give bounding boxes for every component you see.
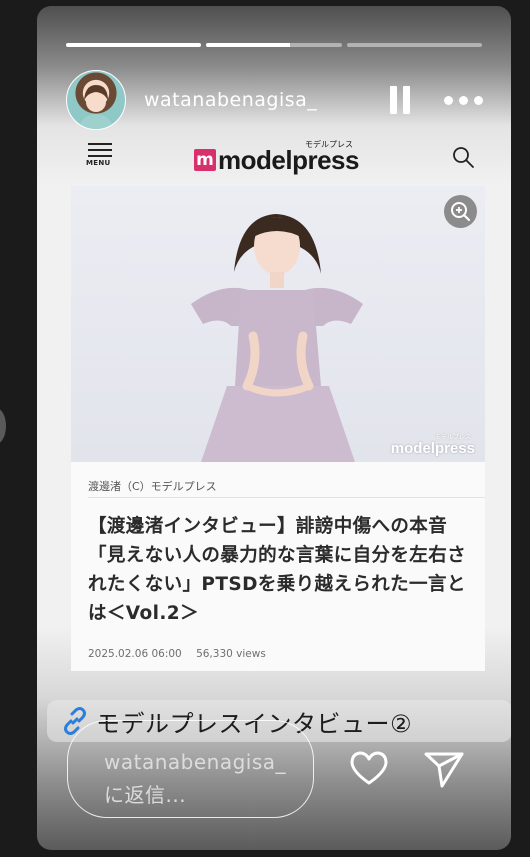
- more-icon[interactable]: [444, 94, 484, 106]
- progress-segment: [66, 43, 202, 47]
- article-headline[interactable]: 【渡邊渚インタビュー】誹謗中傷への本音「見えない人の暴力的な言葉に自分を左右され…: [88, 512, 483, 628]
- photo-watermark: modelpress モデルプレス: [390, 435, 475, 457]
- reply-placeholder: watanabenagisa_に返信...: [104, 750, 287, 807]
- article-date: 2025.02.06 06:00: [88, 648, 182, 660]
- zoom-icon[interactable]: [444, 195, 477, 228]
- menu-label: MENU: [86, 159, 111, 167]
- progress-fill: [206, 43, 291, 47]
- article-card[interactable]: modelpress モデルプレス 渡邊渚（C）モデルプレス 【渡邊渚インタビュ…: [71, 186, 485, 671]
- watermark-kana: モデルプレス: [434, 435, 471, 441]
- logo-kana: モデルプレス: [305, 140, 353, 149]
- pause-icon[interactable]: [390, 86, 412, 114]
- photo-caption: 渡邊渚（C）モデルプレス: [88, 480, 217, 493]
- site-header: MENU m modelpress モデルプレス: [86, 139, 475, 183]
- search-icon[interactable]: [451, 145, 475, 169]
- divider: [88, 497, 485, 498]
- portrait-illustration: [191, 214, 363, 462]
- avatar[interactable]: [66, 70, 126, 130]
- story-header: watanabenagisa_: [66, 70, 486, 130]
- article-meta: 2025.02.06 06:00 56,330 views: [88, 648, 266, 660]
- reply-input[interactable]: watanabenagisa_に返信...: [67, 720, 314, 818]
- send-icon[interactable]: [422, 746, 466, 790]
- watermark-text: modelpress: [390, 440, 475, 457]
- article-views: 56,330 views: [196, 648, 266, 660]
- username[interactable]: watanabenagisa_: [144, 89, 317, 111]
- previous-story-button[interactable]: [0, 408, 6, 444]
- story-viewer[interactable]: watanabenagisa_ MENU m modelpress モデルプレス: [37, 6, 511, 850]
- heart-icon[interactable]: [347, 746, 391, 790]
- story-progress: [66, 43, 482, 47]
- progress-segment: [206, 43, 342, 47]
- article-photo[interactable]: modelpress モデルプレス: [71, 186, 485, 462]
- progress-fill: [66, 43, 202, 47]
- logo-mark: m: [194, 149, 216, 171]
- progress-segment: [346, 43, 482, 47]
